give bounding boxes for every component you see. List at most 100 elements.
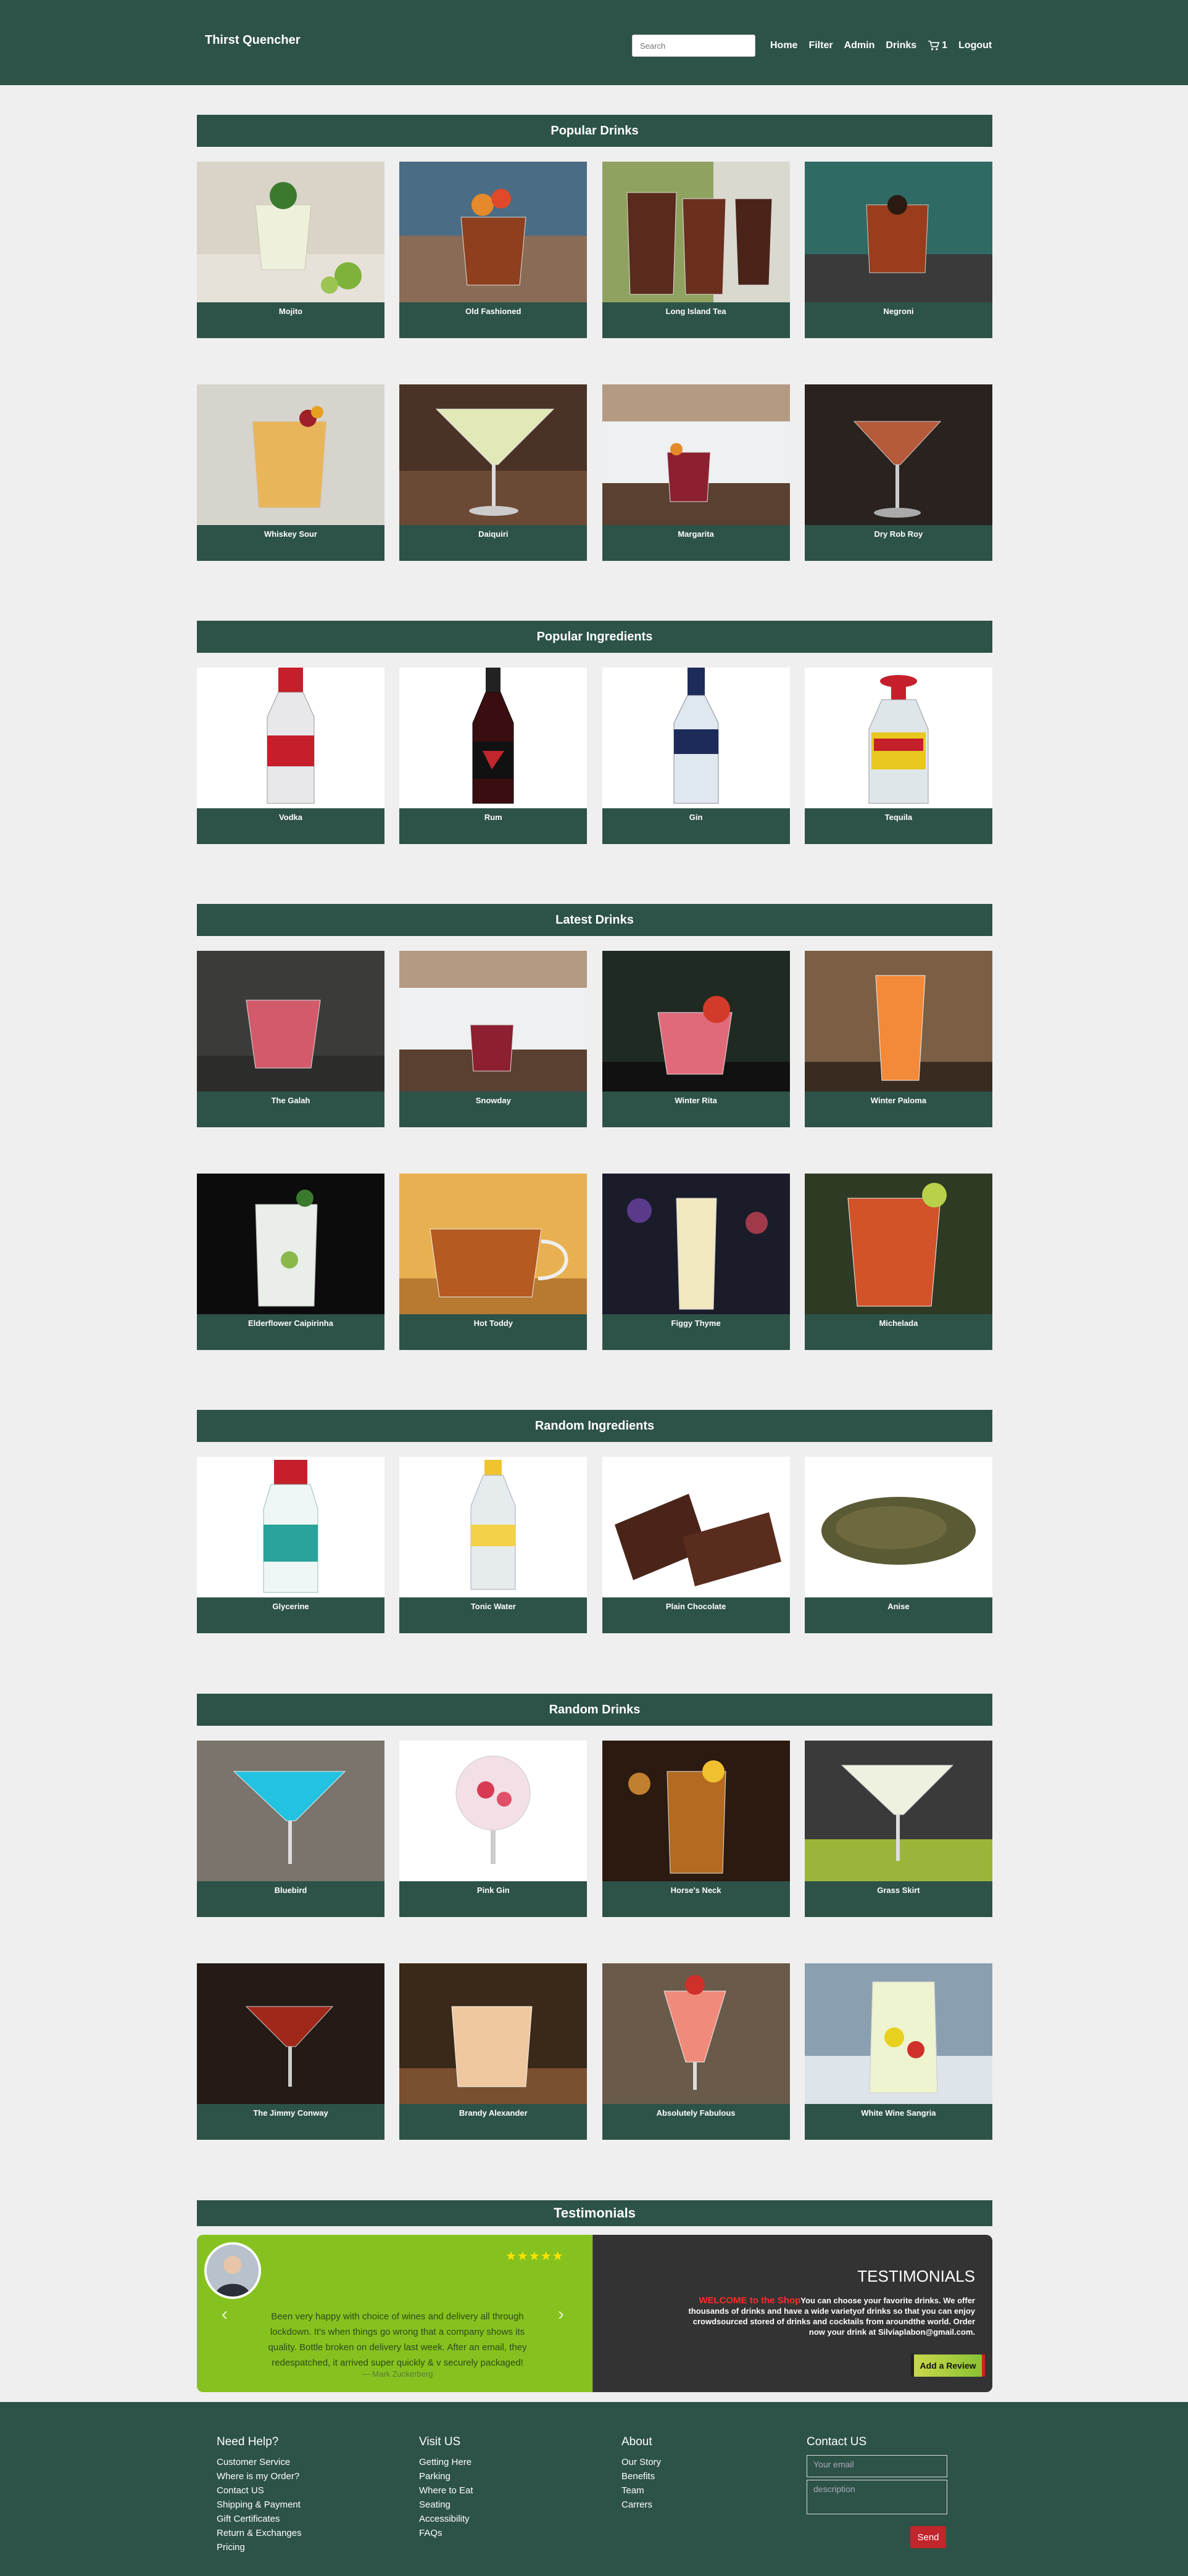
drink-card[interactable]: Long Island Tea — [602, 162, 790, 338]
drink-card[interactable]: Figgy Thyme — [602, 1174, 790, 1350]
footer-link[interactable]: Contact US — [217, 2483, 302, 2498]
chevron-left-icon[interactable]: ‹ — [222, 2304, 228, 2325]
footer-link[interactable]: Getting Here — [419, 2455, 473, 2469]
drink-card[interactable]: Pink Gin — [399, 1741, 588, 1917]
search-input[interactable] — [632, 35, 755, 57]
drink-card[interactable]: Dry Rob Roy — [804, 384, 992, 561]
ingredient-card[interactable]: Tonic Water — [399, 1457, 588, 1633]
footer-link[interactable]: Parking — [419, 2469, 473, 2483]
drink-card[interactable]: Snowday — [399, 951, 588, 1127]
ingredient-card[interactable]: Tequila — [804, 668, 992, 844]
drink-image — [602, 1174, 790, 1314]
random-drinks-grid: Bluebird Pink Gin Horse's Neck Grass Ski… — [197, 1741, 992, 2140]
drink-image — [602, 384, 790, 525]
drink-name: Brandy Alexander — [459, 2108, 528, 2118]
footer-link[interactable]: Shipping & Payment — [217, 2498, 302, 2512]
ingredient-card[interactable]: Plain Chocolate — [602, 1457, 790, 1633]
drink-card[interactable]: Elderflower Caipirinha — [197, 1174, 384, 1350]
ingredient-name: Rum — [484, 813, 502, 822]
ingredient-image — [804, 1457, 992, 1597]
section-title-popular-drinks: Popular Drinks — [197, 115, 992, 147]
section-title-random-ingredients: Random Ingredients — [197, 1410, 992, 1442]
drink-card[interactable]: Daiquiri — [399, 384, 588, 561]
drink-name: Winter Paloma — [870, 1096, 926, 1105]
cart-icon — [928, 40, 940, 51]
drink-name: Horse's Neck — [670, 1886, 721, 1895]
footer-link[interactable]: FAQs — [419, 2526, 473, 2540]
description-field[interactable]: description — [807, 2480, 947, 2514]
nav-drinks[interactable]: Drinks — [886, 40, 916, 51]
footer-link[interactable]: Benefits — [621, 2469, 661, 2483]
drink-card[interactable]: Brandy Alexander — [399, 1963, 588, 2140]
ingredient-card[interactable]: Rum — [399, 668, 588, 844]
email-field[interactable]: Your email — [807, 2455, 947, 2477]
ingredient-card[interactable]: Gin — [602, 668, 790, 844]
ingredient-card[interactable]: Glycerine — [197, 1457, 384, 1633]
ingredient-image — [399, 1457, 588, 1597]
popular-drinks-grid: Mojito Old Fashioned Long Island Tea Neg… — [197, 162, 992, 561]
drink-name: Grass Skirt — [877, 1886, 920, 1895]
drink-card[interactable]: Margarita — [602, 384, 790, 561]
drink-card[interactable]: The Jimmy Conway — [197, 1963, 384, 2140]
nav-admin[interactable]: Admin — [844, 40, 875, 51]
drink-card[interactable]: Hot Toddy — [399, 1174, 588, 1350]
brand-logo[interactable]: Thirst Quencher — [205, 33, 300, 48]
drink-card[interactable]: Whiskey Sour — [197, 384, 384, 561]
testimonial-info: TESTIMONIALS WELCOME to the ShopYou can … — [592, 2235, 992, 2392]
drink-image — [602, 1963, 790, 2104]
drink-card[interactable]: Bluebird — [197, 1741, 384, 1917]
drink-card[interactable]: Winter Paloma — [804, 951, 992, 1127]
drink-image — [602, 162, 790, 302]
ingredient-image — [399, 668, 588, 808]
footer-link[interactable]: Where to Eat — [419, 2483, 473, 2498]
add-review-button[interactable]: Add a Review — [911, 2354, 985, 2377]
avatar — [204, 2242, 261, 2299]
footer-link[interactable]: Gift Certificates — [217, 2512, 302, 2526]
drink-image — [197, 1174, 384, 1314]
footer: Need Help? Customer Service Where is my … — [0, 2402, 1188, 2576]
drink-card[interactable]: Michelada — [804, 1174, 992, 1350]
drink-card[interactable]: Grass Skirt — [804, 1741, 992, 1917]
drink-card[interactable]: Old Fashioned — [399, 162, 588, 338]
nav-home[interactable]: Home — [770, 40, 797, 51]
footer-link[interactable]: Accessibility — [419, 2512, 473, 2526]
drink-card[interactable]: White Wine Sangria — [804, 1963, 992, 2140]
drink-name: The Galah — [271, 1096, 310, 1105]
drink-image — [399, 1741, 588, 1881]
drink-image — [804, 1741, 992, 1881]
drink-card[interactable]: Winter Rita — [602, 951, 790, 1127]
ingredient-image — [602, 668, 790, 808]
nav-logout[interactable]: Logout — [958, 40, 992, 51]
drink-card[interactable]: Mojito — [197, 162, 384, 338]
testimonial-heading: TESTIMONIALS — [857, 2267, 975, 2285]
drink-image — [197, 1963, 384, 2104]
ingredient-card[interactable]: Vodka — [197, 668, 384, 844]
cart-link[interactable]: 1 — [928, 40, 947, 51]
footer-link[interactable]: Customer Service — [217, 2455, 302, 2469]
drink-card[interactable]: Negroni — [804, 162, 992, 338]
footer-visit-column: Visit US Getting Here Parking Where to E… — [419, 2435, 473, 2540]
drink-name: Daiquiri — [478, 529, 509, 539]
drink-name: Long Island Tea — [665, 307, 726, 316]
nav-filter[interactable]: Filter — [808, 40, 833, 51]
footer-link[interactable]: Where is my Order? — [217, 2469, 302, 2483]
ingredient-image — [602, 1457, 790, 1597]
footer-link[interactable]: Carrers — [621, 2498, 661, 2512]
drink-name: Whiskey Sour — [264, 529, 317, 539]
footer-link[interactable]: Team — [621, 2483, 661, 2498]
footer-link[interactable]: Our Story — [621, 2455, 661, 2469]
rating-stars: ★★★★★ — [505, 2250, 564, 2263]
ingredient-card[interactable]: Anise — [804, 1457, 992, 1633]
drink-card[interactable]: Absolutely Fabulous — [602, 1963, 790, 2140]
drink-card[interactable]: Horse's Neck — [602, 1741, 790, 1917]
drink-name: Dry Rob Roy — [874, 529, 923, 539]
footer-link[interactable]: Seating — [419, 2498, 473, 2512]
send-button[interactable]: Send — [910, 2526, 946, 2548]
section-title-popular-ingredients: Popular Ingredients — [197, 621, 992, 653]
testimonial-description: WELCOME to the ShopYou can choose your f… — [685, 2295, 976, 2337]
drink-card[interactable]: The Galah — [197, 951, 384, 1127]
footer-link[interactable]: Pricing — [217, 2540, 302, 2554]
chevron-right-icon[interactable]: › — [558, 2304, 564, 2325]
footer-link[interactable]: Return & Exchanges — [217, 2526, 302, 2540]
drink-image — [399, 951, 588, 1091]
